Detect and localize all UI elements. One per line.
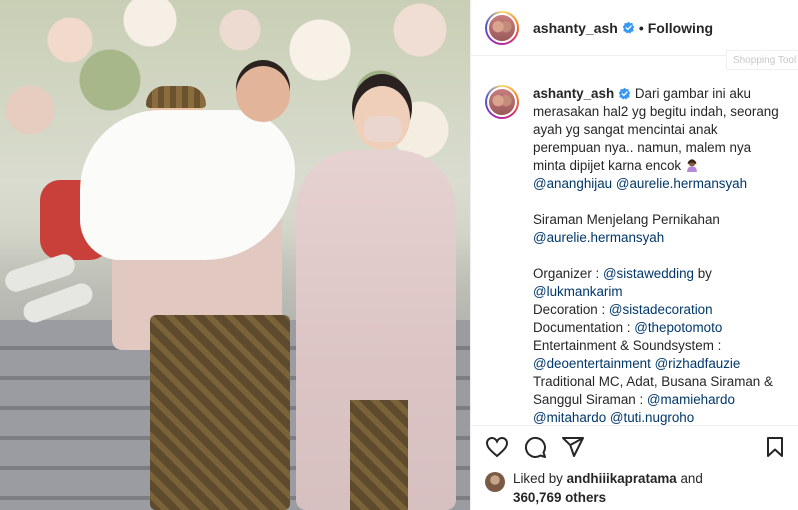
organizer-label: Organizer : (533, 266, 603, 281)
heart-icon[interactable] (485, 435, 509, 459)
caption-username[interactable]: ashanty_ash (533, 86, 614, 101)
liked-by-prefix: Liked by (513, 471, 567, 486)
mention-link[interactable]: @mitahardo (533, 410, 606, 425)
verified-badge-icon (618, 87, 631, 100)
woman-gesturing-emoji (686, 159, 697, 172)
likes-section: Liked by andhiiikapratama and 360,769 ot… (471, 467, 798, 510)
post-actions-bar (471, 425, 798, 467)
caption-row: ashanty_ash Dari gambar ini aku merasaka… (485, 85, 785, 425)
bride-head (236, 66, 290, 122)
post-side-panel: ashanty_ash • Following Shopping Tool as… (470, 0, 798, 510)
likes-text: Liked by andhiiikapratama and 360,769 ot… (513, 469, 703, 510)
share-icon[interactable] (561, 435, 585, 459)
following-button[interactable]: Following (648, 20, 713, 36)
profile-avatar[interactable] (485, 10, 519, 45)
mention-link[interactable]: @tuti.nugroho (610, 410, 694, 425)
mention-link[interactable]: @aurelie.hermansyah (533, 230, 664, 245)
decoration-label: Decoration : (533, 302, 609, 317)
likes-count[interactable]: 360,769 others (513, 490, 606, 505)
post-header: ashanty_ash • Following (471, 0, 798, 56)
post-photo[interactable] (0, 0, 470, 510)
mention-link[interactable]: @deoentertainment (533, 356, 651, 371)
caption-avatar[interactable] (485, 85, 519, 119)
mention-link[interactable]: @aurelie.hermansyah (616, 176, 747, 191)
bookmark-icon[interactable] (763, 435, 787, 459)
mention-link[interactable]: @ananghijau (533, 176, 612, 191)
mention-link[interactable]: @lukmankarim (533, 284, 623, 299)
post-username[interactable]: ashanty_ash (533, 20, 618, 36)
comment-icon[interactable] (523, 435, 547, 459)
carried-bride-dress (80, 110, 295, 260)
mention-link[interactable]: @sistawedding (603, 266, 694, 281)
documentation-label: Documentation : (533, 320, 635, 335)
entertainment-label: Entertainment & Soundsystem : (533, 338, 722, 353)
separator-dot: • (638, 19, 644, 36)
mention-link[interactable]: @mamiehardo (647, 392, 735, 407)
mention-link[interactable]: @thepotomoto (634, 320, 722, 335)
mention-link[interactable]: @sistadecoration (609, 302, 713, 317)
woman-batik-sarong (350, 400, 408, 510)
verified-badge-icon (622, 21, 635, 34)
woman-face-mask (364, 116, 402, 142)
by-text: by (693, 266, 712, 281)
caption-subtitle: Siraman Menjelang Pernikahan (533, 212, 720, 227)
caption-area: ashanty_ash Dari gambar ini aku merasaka… (471, 57, 798, 425)
caption-text: ashanty_ash Dari gambar ini aku merasaka… (533, 85, 785, 425)
mention-link[interactable]: @rizhadfauzie (655, 356, 741, 371)
likes-and: and (676, 471, 703, 486)
man-blangkon-hat (146, 86, 206, 108)
liker-avatar[interactable] (485, 472, 505, 492)
liker-username[interactable]: andhiiikapratama (567, 471, 677, 486)
man-batik-sarong (150, 315, 290, 510)
